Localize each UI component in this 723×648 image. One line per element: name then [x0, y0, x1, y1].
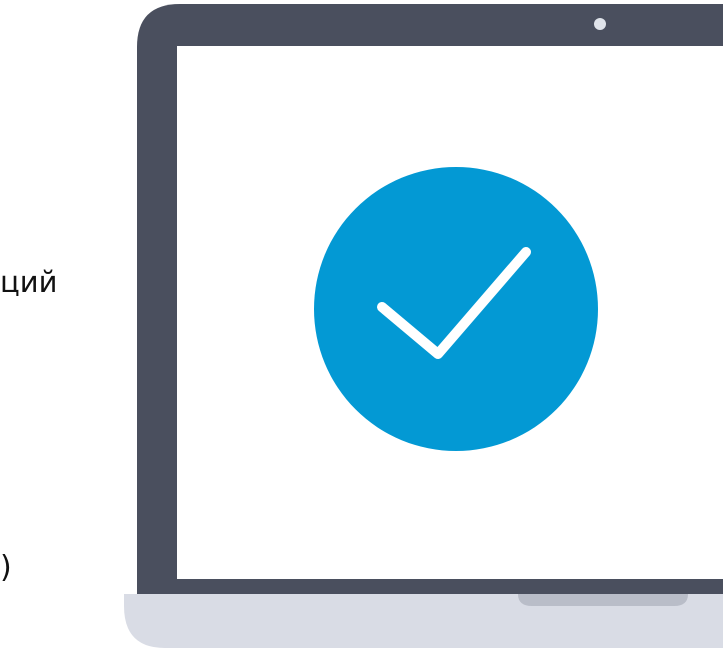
- laptop-camera: [594, 18, 606, 30]
- laptop-base-shadow: [518, 594, 688, 606]
- success-laptop-illustration-page: ций ): [0, 0, 723, 648]
- success-circle: [314, 167, 598, 451]
- laptop-svg: [124, 4, 723, 648]
- success-check-circle-icon: [314, 167, 598, 451]
- laptop-illustration: [0, 0, 723, 648]
